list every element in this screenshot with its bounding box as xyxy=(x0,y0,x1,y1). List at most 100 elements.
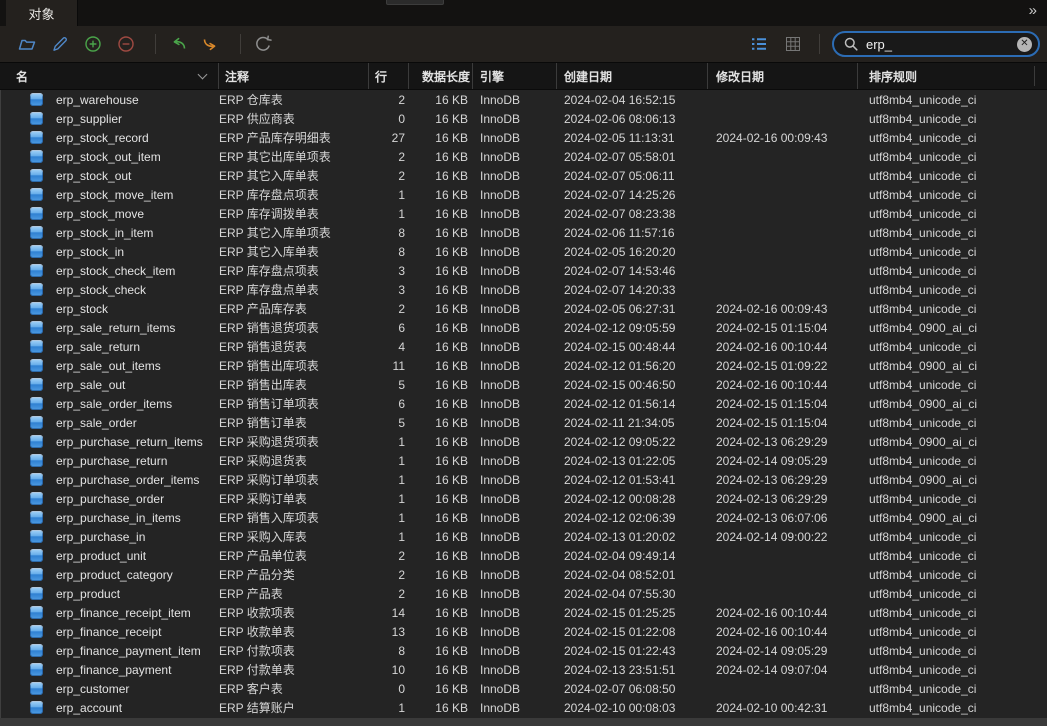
chevron-double-right-icon[interactable]: » xyxy=(1029,0,1047,26)
table-row[interactable]: erp_sale_out_items ERP 销售出库项表 11 16 KB I… xyxy=(1,356,1047,375)
column-header-data-length[interactable]: 数据长度 xyxy=(408,63,472,89)
table-created-date: 2024-02-13 01:22:05 xyxy=(557,454,708,468)
column-header-collation[interactable]: 排序规则 xyxy=(857,63,1047,89)
curved-arrow-right-icon xyxy=(201,34,221,54)
table-collation: utf8mb4_unicode_ci xyxy=(858,530,1047,544)
table-engine: InnoDB xyxy=(473,302,557,316)
table-row[interactable]: erp_product_category ERP 产品分类 2 16 KB In… xyxy=(1,565,1047,584)
table-created-date: 2024-02-04 08:52:01 xyxy=(557,568,708,582)
open-table-button[interactable] xyxy=(17,34,37,54)
table-row[interactable]: erp_stock_move ERP 库存调拨单表 1 16 KB InnoDB… xyxy=(1,204,1047,223)
new-table-button[interactable] xyxy=(83,34,103,54)
table-created-date: 2024-02-12 01:56:14 xyxy=(557,397,708,411)
table-created-date: 2024-02-05 16:20:20 xyxy=(557,245,708,259)
table-row[interactable]: erp_stock_check ERP 库存盘点单表 3 16 KB InnoD… xyxy=(1,280,1047,299)
table-row[interactable]: erp_warehouse ERP 仓库表 2 16 KB InnoDB 202… xyxy=(1,90,1047,109)
refresh-icon xyxy=(253,34,273,54)
table-row[interactable]: erp_product ERP 产品表 2 16 KB InnoDB 2024-… xyxy=(1,584,1047,603)
table-header: 名 注释 行 数据长度 引擎 创建日期 修改日期 排序规则 xyxy=(0,62,1047,90)
table-row[interactable]: erp_finance_receipt ERP 收款单表 13 16 KB In… xyxy=(1,622,1047,641)
table-data-length: 16 KB xyxy=(409,587,473,601)
table-collation: utf8mb4_unicode_ci xyxy=(858,492,1047,506)
table-data-length: 16 KB xyxy=(409,150,473,164)
search-box[interactable]: ✕ xyxy=(832,31,1040,57)
table-row[interactable]: erp_stock ERP 产品库存表 2 16 KB InnoDB 2024-… xyxy=(1,299,1047,318)
table-icon xyxy=(30,378,43,391)
design-table-button[interactable] xyxy=(50,34,70,54)
table-comment: ERP 结算账户 xyxy=(219,699,369,716)
table-row-count: 3 xyxy=(369,283,409,297)
table-row[interactable]: erp_finance_payment_item ERP 付款项表 8 16 K… xyxy=(1,641,1047,660)
table-name: erp_stock_move_item xyxy=(56,188,173,202)
table-row[interactable]: erp_stock_in ERP 其它入库单表 8 16 KB InnoDB 2… xyxy=(1,242,1047,261)
table-row[interactable]: erp_purchase_order_items ERP 采购订单项表 1 16… xyxy=(1,470,1047,489)
table-comment: ERP 销售退货表 xyxy=(219,338,369,355)
table-row[interactable]: erp_product_unit ERP 产品单位表 2 16 KB InnoD… xyxy=(1,546,1047,565)
export-wizard-button[interactable] xyxy=(201,34,221,54)
column-header-created[interactable]: 创建日期 xyxy=(556,63,707,89)
table-name: erp_purchase_in_items xyxy=(56,511,181,525)
table-data-length: 16 KB xyxy=(409,207,473,221)
table-row[interactable]: erp_customer ERP 客户表 0 16 KB InnoDB 2024… xyxy=(1,679,1047,698)
refresh-button[interactable] xyxy=(253,34,273,54)
table-engine: InnoDB xyxy=(473,131,557,145)
table-data-length: 16 KB xyxy=(409,340,473,354)
table-row[interactable]: erp_purchase_return ERP 采购退货表 1 16 KB In… xyxy=(1,451,1047,470)
table-created-date: 2024-02-04 07:55:30 xyxy=(557,587,708,601)
table-row[interactable]: erp_stock_check_item ERP 库存盘点项表 3 16 KB … xyxy=(1,261,1047,280)
column-label: 创建日期 xyxy=(564,68,612,85)
table-row[interactable]: erp_purchase_in_items ERP 销售入库项表 1 16 KB… xyxy=(1,508,1047,527)
table-comment: ERP 销售订单表 xyxy=(219,414,369,431)
table-row[interactable]: erp_sale_return_items ERP 销售退货项表 6 16 KB… xyxy=(1,318,1047,337)
clear-search-icon[interactable]: ✕ xyxy=(1017,37,1032,52)
table-icon xyxy=(30,549,43,562)
table-row[interactable]: erp_purchase_return_items ERP 采购退货项表 1 1… xyxy=(1,432,1047,451)
column-label: 行 xyxy=(375,68,387,85)
table-created-date: 2024-02-15 01:22:43 xyxy=(557,644,708,658)
table-row[interactable]: erp_stock_in_item ERP 其它入库单项表 8 16 KB In… xyxy=(1,223,1047,242)
toolbar-separator xyxy=(819,34,820,54)
table-icon xyxy=(30,492,43,505)
column-header-name[interactable]: 名 xyxy=(0,63,218,89)
table-row-count: 2 xyxy=(369,302,409,316)
column-header-engine[interactable]: 引擎 xyxy=(472,63,556,89)
table-engine: InnoDB xyxy=(473,568,557,582)
import-wizard-button[interactable] xyxy=(168,34,188,54)
table-row[interactable]: erp_sale_return ERP 销售退货表 4 16 KB InnoDB… xyxy=(1,337,1047,356)
table-row[interactable]: erp_stock_out_item ERP 其它出库单项表 2 16 KB I… xyxy=(1,147,1047,166)
column-header-modified[interactable]: 修改日期 xyxy=(707,63,857,89)
table-created-date: 2024-02-12 01:53:41 xyxy=(557,473,708,487)
table-row[interactable]: erp_finance_receipt_item ERP 收款项表 14 16 … xyxy=(1,603,1047,622)
column-header-comment[interactable]: 注释 xyxy=(218,63,368,89)
tab-objects[interactable]: 对象 xyxy=(6,0,78,26)
table-data-length: 16 KB xyxy=(409,454,473,468)
table-name: erp_finance_payment_item xyxy=(56,644,201,658)
table-row-count: 2 xyxy=(369,150,409,164)
table-icon xyxy=(30,644,43,657)
table-row[interactable]: erp_stock_move_item ERP 库存盘点项表 1 16 KB I… xyxy=(1,185,1047,204)
table-row[interactable]: erp_supplier ERP 供应商表 0 16 KB InnoDB 202… xyxy=(1,109,1047,128)
table-icon xyxy=(30,473,43,486)
table-row[interactable]: erp_purchase_in ERP 采购入库表 1 16 KB InnoDB… xyxy=(1,527,1047,546)
column-label: 数据长度 xyxy=(422,68,470,85)
table-row[interactable]: erp_stock_record ERP 产品库存明细表 27 16 KB In… xyxy=(1,128,1047,147)
table-modified-date: 2024-02-14 09:00:22 xyxy=(708,530,858,544)
grid-view-button[interactable] xyxy=(783,34,803,54)
list-view-button[interactable] xyxy=(749,34,769,54)
table-data-length: 16 KB xyxy=(409,378,473,392)
table-row[interactable]: erp_sale_out ERP 销售出库表 5 16 KB InnoDB 20… xyxy=(1,375,1047,394)
table-row[interactable]: erp_purchase_order ERP 采购订单表 1 16 KB Inn… xyxy=(1,489,1047,508)
table-name: erp_stock xyxy=(56,302,108,316)
table-icon xyxy=(30,264,43,277)
table-icon xyxy=(30,416,43,429)
table-row[interactable]: erp_account ERP 结算账户 1 16 KB InnoDB 2024… xyxy=(1,698,1047,717)
table-row-count: 2 xyxy=(369,587,409,601)
table-icon xyxy=(30,701,43,714)
search-input[interactable] xyxy=(859,37,1017,52)
column-header-rows[interactable]: 行 xyxy=(368,63,408,89)
table-row[interactable]: erp_sale_order ERP 销售订单表 5 16 KB InnoDB … xyxy=(1,413,1047,432)
table-row[interactable]: erp_stock_out ERP 其它入库单表 2 16 KB InnoDB … xyxy=(1,166,1047,185)
table-row[interactable]: erp_finance_payment ERP 付款单表 10 16 KB In… xyxy=(1,660,1047,679)
table-row[interactable]: erp_sale_order_items ERP 销售订单项表 6 16 KB … xyxy=(1,394,1047,413)
delete-table-button[interactable] xyxy=(116,34,136,54)
